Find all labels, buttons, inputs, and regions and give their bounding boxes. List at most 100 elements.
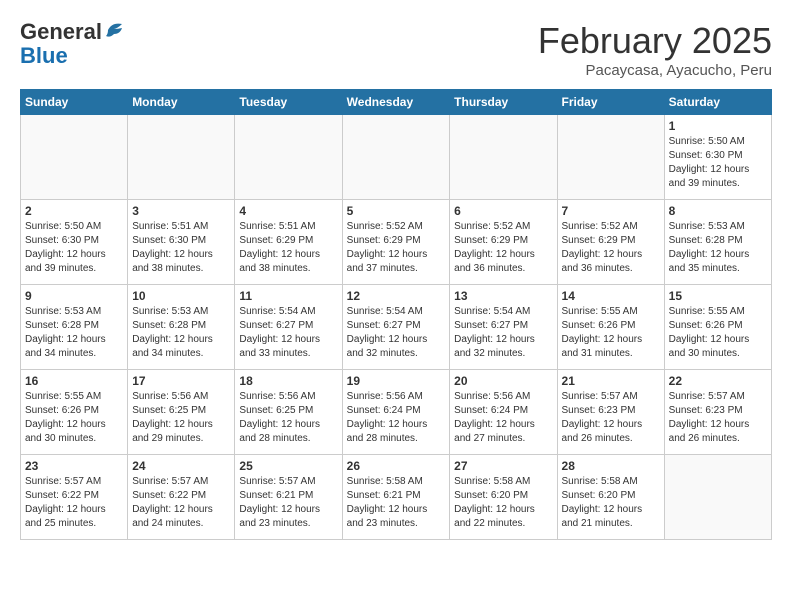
day-info: Sunrise: 5:51 AM Sunset: 6:30 PM Dayligh… [132,220,230,276]
day-info: Sunrise: 5:52 AM Sunset: 6:29 PM Dayligh… [562,220,660,276]
day-number: 12 [347,289,446,303]
day-info: Sunrise: 5:54 AM Sunset: 6:27 PM Dayligh… [239,305,337,361]
calendar-cell: 14 Sunrise: 5:55 AM Sunset: 6:26 PM Dayli… [557,285,664,370]
day-number: 16 [25,374,123,388]
calendar-cell: 4 Sunrise: 5:51 AM Sunset: 6:29 PM Daylig… [235,200,342,285]
day-info: Sunrise: 5:57 AM Sunset: 6:22 PM Dayligh… [132,475,230,531]
logo: General Blue [20,20,126,68]
day-number: 17 [132,374,230,388]
day-header-friday: Friday [557,90,664,115]
day-number: 4 [239,204,337,218]
calendar-cell: 15 Sunrise: 5:55 AM Sunset: 6:26 PM Dayli… [664,285,771,370]
day-info: Sunrise: 5:54 AM Sunset: 6:27 PM Dayligh… [454,305,552,361]
day-number: 14 [562,289,660,303]
calendar-cell: 5 Sunrise: 5:52 AM Sunset: 6:29 PM Daylig… [342,200,450,285]
day-number: 2 [25,204,123,218]
day-number: 28 [562,459,660,473]
calendar-table: SundayMondayTuesdayWednesdayThursdayFrid… [20,89,772,540]
day-info: Sunrise: 5:50 AM Sunset: 6:30 PM Dayligh… [25,220,123,276]
day-number: 21 [562,374,660,388]
calendar-cell [128,115,235,200]
day-info: Sunrise: 5:55 AM Sunset: 6:26 PM Dayligh… [669,305,767,361]
calendar-cell: 8 Sunrise: 5:53 AM Sunset: 6:28 PM Daylig… [664,200,771,285]
calendar-cell: 3 Sunrise: 5:51 AM Sunset: 6:30 PM Daylig… [128,200,235,285]
logo-blue: Blue [20,44,68,68]
day-header-saturday: Saturday [664,90,771,115]
day-header-wednesday: Wednesday [342,90,450,115]
day-number: 22 [669,374,767,388]
calendar-cell: 9Sunrise: 5:53 AM Sunset: 6:28 PM Daylig… [21,285,128,370]
calendar-cell: 21 Sunrise: 5:57 AM Sunset: 6:23 PM Dayli… [557,370,664,455]
day-number: 3 [132,204,230,218]
day-info: Sunrise: 5:51 AM Sunset: 6:29 PM Dayligh… [239,220,337,276]
calendar-cell: 20 Sunrise: 5:56 AM Sunset: 6:24 PM Dayli… [450,370,557,455]
calendar-cell: 10Sunrise: 5:53 AM Sunset: 6:28 PM Dayli… [128,285,235,370]
location: Pacaycasa, Ayacucho, Peru [538,62,772,79]
calendar-cell: 24 Sunrise: 5:57 AM Sunset: 6:22 PM Dayli… [128,455,235,540]
day-number: 6 [454,204,552,218]
calendar-cell: 25 Sunrise: 5:57 AM Sunset: 6:21 PM Dayli… [235,455,342,540]
calendar-cell: 22 Sunrise: 5:57 AM Sunset: 6:23 PM Dayli… [664,370,771,455]
day-info: Sunrise: 5:55 AM Sunset: 6:26 PM Dayligh… [562,305,660,361]
day-number: 1 [669,119,767,133]
calendar-header-row: SundayMondayTuesdayWednesdayThursdayFrid… [21,90,772,115]
day-number: 8 [669,204,767,218]
day-number: 11 [239,289,337,303]
calendar-cell: 6Sunrise: 5:52 AM Sunset: 6:29 PM Daylig… [450,200,557,285]
page-header: General Blue February 2025 Pacaycasa, Ay… [20,20,772,79]
day-number: 25 [239,459,337,473]
day-info: Sunrise: 5:53 AM Sunset: 6:28 PM Dayligh… [669,220,767,276]
week-row-4: 16 Sunrise: 5:55 AM Sunset: 6:26 PM Dayli… [21,370,772,455]
calendar-cell: 12Sunrise: 5:54 AM Sunset: 6:27 PM Dayli… [342,285,450,370]
day-info: Sunrise: 5:56 AM Sunset: 6:24 PM Dayligh… [454,390,552,446]
calendar-cell [557,115,664,200]
day-info: Sunrise: 5:57 AM Sunset: 6:23 PM Dayligh… [562,390,660,446]
calendar-cell: 26Sunrise: 5:58 AM Sunset: 6:21 PM Dayli… [342,455,450,540]
day-info: Sunrise: 5:57 AM Sunset: 6:21 PM Dayligh… [239,475,337,531]
week-row-5: 23 Sunrise: 5:57 AM Sunset: 6:22 PM Dayli… [21,455,772,540]
day-number: 23 [25,459,123,473]
calendar-cell: 17 Sunrise: 5:56 AM Sunset: 6:25 PM Dayli… [128,370,235,455]
week-row-3: 9 Sunrise: 5:53 AM Sunset: 6:28 PM Daylig… [21,285,772,370]
calendar-cell: 27Sunrise: 5:58 AM Sunset: 6:20 PM Dayli… [450,455,557,540]
day-info: Sunrise: 5:56 AM Sunset: 6:25 PM Dayligh… [239,390,337,446]
calendar-cell: 11 Sunrise: 5:54 AM Sunset: 6:27 PM Dayli… [235,285,342,370]
day-number: 5 [347,204,446,218]
day-header-sunday: Sunday [21,90,128,115]
logo-general: General [20,20,102,44]
day-info: Sunrise: 5:50 AM Sunset: 6:30 PM Dayligh… [669,135,767,191]
calendar-cell: 7 Sunrise: 5:52 AM Sunset: 6:29 PM Daylig… [557,200,664,285]
day-number: 24 [132,459,230,473]
day-number: 13 [454,289,552,303]
day-info: Sunrise: 5:52 AM Sunset: 6:29 PM Dayligh… [347,220,446,276]
calendar-cell [342,115,450,200]
day-number: 20 [454,374,552,388]
day-info: Sunrise: 5:58 AM Sunset: 6:20 PM Dayligh… [562,475,660,531]
day-info: Sunrise: 5:55 AM Sunset: 6:26 PM Dayligh… [25,390,123,446]
week-row-2: 2 Sunrise: 5:50 AM Sunset: 6:30 PM Daylig… [21,200,772,285]
day-number: 9 [25,289,123,303]
calendar-cell: 28 Sunrise: 5:58 AM Sunset: 6:20 PM Dayli… [557,455,664,540]
day-info: Sunrise: 5:53 AM Sunset: 6:28 PM Dayligh… [132,305,230,361]
logo-bird-icon [104,20,126,40]
day-number: 15 [669,289,767,303]
day-number: 19 [347,374,446,388]
day-info: Sunrise: 5:58 AM Sunset: 6:20 PM Dayligh… [454,475,552,531]
calendar-cell: 19Sunrise: 5:56 AM Sunset: 6:24 PM Dayli… [342,370,450,455]
day-info: Sunrise: 5:57 AM Sunset: 6:23 PM Dayligh… [669,390,767,446]
day-header-thursday: Thursday [450,90,557,115]
day-number: 7 [562,204,660,218]
calendar-cell [21,115,128,200]
month-title: February 2025 [538,20,772,62]
day-number: 26 [347,459,446,473]
calendar-cell: 1 Sunrise: 5:50 AM Sunset: 6:30 PM Daylig… [664,115,771,200]
calendar-cell [235,115,342,200]
title-block: February 2025 Pacaycasa, Ayacucho, Peru [538,20,772,79]
day-number: 18 [239,374,337,388]
calendar-cell [450,115,557,200]
day-info: Sunrise: 5:56 AM Sunset: 6:25 PM Dayligh… [132,390,230,446]
day-info: Sunrise: 5:57 AM Sunset: 6:22 PM Dayligh… [25,475,123,531]
calendar-cell [664,455,771,540]
calendar-cell: 18 Sunrise: 5:56 AM Sunset: 6:25 PM Dayli… [235,370,342,455]
day-header-tuesday: Tuesday [235,90,342,115]
